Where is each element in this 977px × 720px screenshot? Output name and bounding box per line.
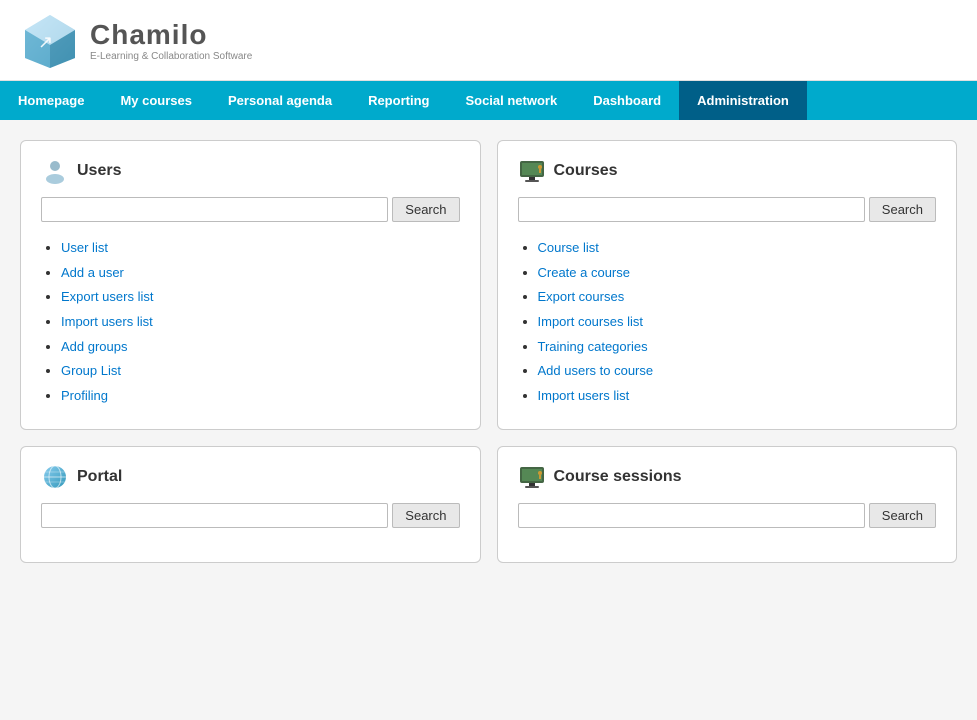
nav-administration[interactable]: Administration [679, 81, 807, 120]
courses-search-input[interactable] [518, 197, 865, 222]
user-list-link[interactable]: User list [61, 240, 108, 255]
course-sessions-card-header: Course sessions [518, 463, 937, 491]
import-courses-list-link[interactable]: Import courses list [538, 314, 643, 329]
portal-card: Portal Search [20, 446, 481, 563]
logo-title: Chamilo [90, 19, 252, 51]
list-item: Create a course [538, 261, 937, 286]
header: ↗ Chamilo E-Learning & Collaboration Sof… [0, 0, 977, 81]
list-item: User list [61, 236, 460, 261]
courses-search-row: Search [518, 197, 937, 222]
list-item: Import users list [61, 310, 460, 335]
add-users-to-course-link[interactable]: Add users to course [538, 363, 654, 378]
course-sessions-card-title: Course sessions [554, 468, 682, 486]
list-item: Export users list [61, 285, 460, 310]
logo-text-area: Chamilo E-Learning & Collaboration Softw… [90, 19, 252, 62]
users-card-header: Users [41, 157, 460, 185]
export-users-list-link[interactable]: Export users list [61, 289, 153, 304]
course-sessions-search-input[interactable] [518, 503, 865, 528]
course-list-link[interactable]: Course list [538, 240, 599, 255]
list-item: Import courses list [538, 310, 937, 335]
nav-dashboard[interactable]: Dashboard [575, 81, 679, 120]
portal-icon [41, 463, 69, 491]
logo-area: ↗ Chamilo E-Learning & Collaboration Sof… [20, 10, 252, 70]
list-item: Profiling [61, 384, 460, 409]
main-nav: Homepage My courses Personal agenda Repo… [0, 81, 977, 120]
logo-subtitle: E-Learning & Collaboration Software [90, 51, 252, 62]
list-item: Add groups [61, 335, 460, 360]
group-list-link[interactable]: Group List [61, 363, 121, 378]
users-search-button[interactable]: Search [392, 197, 459, 222]
list-item: Group List [61, 359, 460, 384]
users-search-input[interactable] [41, 197, 388, 222]
list-item: Training categories [538, 335, 937, 360]
course-sessions-icon [518, 463, 546, 491]
portal-card-header: Portal [41, 463, 460, 491]
nav-reporting[interactable]: Reporting [350, 81, 447, 120]
course-sessions-card: Course sessions Search [497, 446, 958, 563]
import-users-list-link[interactable]: Import users list [61, 314, 153, 329]
courses-icon [518, 157, 546, 185]
users-icon [41, 157, 69, 185]
logo-icon: ↗ [20, 10, 80, 70]
import-users-list-link2[interactable]: Import users list [538, 388, 630, 403]
course-sessions-search-row: Search [518, 503, 937, 528]
svg-text:↗: ↗ [38, 32, 53, 52]
main-content: Users Search User list Add a user Export… [0, 120, 977, 720]
users-link-list: User list Add a user Export users list I… [41, 236, 460, 409]
course-sessions-search-button[interactable]: Search [869, 503, 936, 528]
create-course-link[interactable]: Create a course [538, 265, 631, 280]
profiling-link[interactable]: Profiling [61, 388, 108, 403]
add-groups-link[interactable]: Add groups [61, 339, 128, 354]
portal-search-button[interactable]: Search [392, 503, 459, 528]
export-courses-link[interactable]: Export courses [538, 289, 625, 304]
nav-my-courses[interactable]: My courses [102, 81, 210, 120]
courses-card: Courses Search Course list Create a cour… [497, 140, 958, 430]
nav-homepage[interactable]: Homepage [0, 81, 102, 120]
users-card-title: Users [77, 162, 121, 180]
portal-search-input[interactable] [41, 503, 388, 528]
portal-card-title: Portal [77, 468, 122, 486]
training-categories-link[interactable]: Training categories [538, 339, 648, 354]
courses-card-title: Courses [554, 162, 618, 180]
nav-personal-agenda[interactable]: Personal agenda [210, 81, 350, 120]
list-item: Add a user [61, 261, 460, 286]
top-grid: Users Search User list Add a user Export… [20, 140, 957, 430]
courses-link-list: Course list Create a course Export cours… [518, 236, 937, 409]
list-item: Course list [538, 236, 937, 261]
courses-search-button[interactable]: Search [869, 197, 936, 222]
bottom-grid: Portal Search [20, 446, 957, 563]
list-item: Import users list [538, 384, 937, 409]
courses-card-header: Courses [518, 157, 937, 185]
users-card: Users Search User list Add a user Export… [20, 140, 481, 430]
users-search-row: Search [41, 197, 460, 222]
list-item: Export courses [538, 285, 937, 310]
nav-social-network[interactable]: Social network [447, 81, 575, 120]
portal-search-row: Search [41, 503, 460, 528]
add-user-link[interactable]: Add a user [61, 265, 124, 280]
list-item: Add users to course [538, 359, 937, 384]
